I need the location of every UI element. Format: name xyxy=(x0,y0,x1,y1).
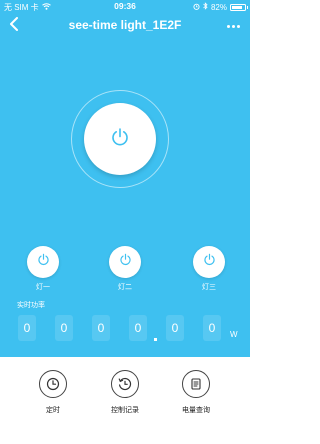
app-screen: 无 SIM 卡 09:36 82% see-time light_1E2F 灯一… xyxy=(0,0,250,444)
more-button[interactable] xyxy=(222,16,244,36)
page-title: see-time light_1E2F xyxy=(68,18,182,32)
more-dots-icon xyxy=(226,24,230,28)
timer-label: 定时 xyxy=(46,407,60,414)
energy-query-label: 电量查询 xyxy=(182,407,210,414)
control-history-button[interactable]: 控制记录 xyxy=(95,370,155,415)
power-digit: 0 xyxy=(18,315,36,341)
light-2-power-button[interactable] xyxy=(109,246,141,278)
bottom-toolbar: 定时 控制记录 电量查询 xyxy=(0,357,250,444)
power-digit: 0 xyxy=(166,315,184,341)
battery-icon xyxy=(230,3,248,11)
history-icon xyxy=(111,370,139,398)
bluetooth-icon xyxy=(203,2,208,12)
power-digit: 0 xyxy=(92,315,110,341)
battery-fill xyxy=(232,5,242,9)
clock-icon xyxy=(39,370,67,398)
light-switch-3: 灯三 xyxy=(184,246,234,292)
light-1-label: 灯一 xyxy=(36,284,50,291)
timer-button[interactable]: 定时 xyxy=(23,370,83,415)
control-panel: 无 SIM 卡 09:36 82% see-time light_1E2F 灯一… xyxy=(0,0,250,357)
status-bar: 无 SIM 卡 09:36 82% xyxy=(0,0,250,14)
status-right: 82% xyxy=(193,2,248,12)
power-digit: 0 xyxy=(203,315,221,341)
power-icon xyxy=(110,127,130,152)
light-1-power-button[interactable] xyxy=(27,246,59,278)
power-unit: W xyxy=(230,330,238,339)
light-switch-1: 灯一 xyxy=(18,246,68,292)
control-history-label: 控制记录 xyxy=(111,407,139,414)
light-2-label: 灯二 xyxy=(118,284,132,291)
light-switch-2: 灯二 xyxy=(100,246,150,292)
power-icon xyxy=(203,253,216,271)
alarm-icon xyxy=(193,3,200,12)
power-icon xyxy=(37,253,50,271)
light-3-label: 灯三 xyxy=(202,284,216,291)
report-icon xyxy=(182,370,210,398)
chevron-left-icon xyxy=(9,16,19,36)
power-digit: 0 xyxy=(129,315,147,341)
main-power-button[interactable] xyxy=(84,103,156,175)
power-icon xyxy=(119,253,132,271)
nav-bar: see-time light_1E2F xyxy=(0,14,250,38)
power-meter-label: 实时功率 xyxy=(17,302,45,309)
back-button[interactable] xyxy=(4,16,24,36)
battery-percent: 82% xyxy=(210,2,227,12)
energy-query-button[interactable]: 电量查询 xyxy=(166,370,226,415)
more-dot xyxy=(236,24,240,28)
decimal-point xyxy=(154,338,157,341)
light-3-power-button[interactable] xyxy=(193,246,225,278)
power-digit: 0 xyxy=(55,315,73,341)
more-dot xyxy=(231,24,235,28)
